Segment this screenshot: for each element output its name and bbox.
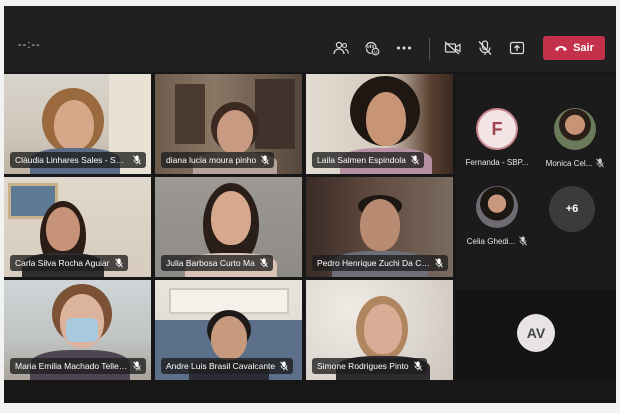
participant-name-tag: Cláudia Linhares Sales - SBPC...: [10, 152, 146, 168]
frame-border-right: [616, 0, 620, 413]
camera-off-icon: [444, 41, 461, 55]
mic-toggle-button[interactable]: [475, 38, 495, 58]
participant-name-text: Monica Cel...: [545, 158, 593, 168]
person-face: [217, 110, 253, 154]
reactions-icon: [365, 41, 380, 56]
video-grid: Cláudia Linhares Sales - SBPC... diana l…: [4, 74, 453, 380]
people-icon: [333, 41, 349, 55]
person-face: [211, 316, 247, 360]
person-face: [211, 191, 251, 245]
video-tile[interactable]: Carla Silva Rocha Aguiar: [4, 177, 151, 277]
avatar: F: [476, 108, 518, 150]
more-count: +6: [565, 203, 579, 215]
share-icon: [509, 41, 525, 55]
frame-border-bottom: [0, 403, 620, 413]
avatar-initial: F: [491, 118, 503, 139]
person-face: [54, 100, 94, 150]
video-tile[interactable]: diana lucia moura pinho: [155, 74, 302, 174]
self-initials: AV: [526, 325, 546, 341]
participant-name-tag: Julia Barbosa Curto Ma: [161, 255, 273, 271]
participant-name-tag: diana lucia moura pinho: [161, 152, 275, 168]
phone-icon: [555, 46, 568, 51]
participant-name: Laila Salmen Espindola: [317, 155, 406, 165]
participant-name-text: Fernanda - SBP...: [465, 158, 529, 167]
participant-avatar-item[interactable]: Celia Ghedi...: [457, 186, 537, 246]
mic-off-icon: [261, 155, 270, 165]
participant-name: Pedro Henrique Zuchi Da Co...: [317, 258, 430, 268]
participant-name-tag: Andre Luis Brasil Cavalcante: [161, 358, 294, 374]
video-tile[interactable]: Maria Emilia Machado Telles...: [4, 280, 151, 380]
participant-name: Andre Luis Brasil Cavalcante: [166, 361, 276, 371]
mic-off-icon: [133, 361, 141, 371]
participant-avatar-item[interactable]: Monica Cel...: [535, 108, 615, 168]
person-face: [360, 199, 400, 251]
participant-name-tag: Laila Salmen Espindola: [312, 152, 424, 168]
participant-name-text: Celia Ghedi...: [466, 236, 516, 246]
video-tile[interactable]: Simone Rodrigues Pinto: [306, 280, 453, 380]
more-options-button[interactable]: [394, 38, 414, 58]
participant-name: Julia Barbosa Curto Ma: [166, 258, 255, 268]
leave-label: Sair: [573, 42, 594, 54]
video-tile[interactable]: Laila Salmen Espindola: [306, 74, 453, 174]
leave-button[interactable]: Sair: [543, 36, 605, 60]
meeting-window: --:-- Sair Cláudia Linhares Sales - SBPC…: [0, 0, 620, 413]
participant-name: diana lucia moura pinho: [166, 155, 257, 165]
mic-off-icon: [413, 361, 422, 371]
person-face: [364, 304, 402, 354]
mic-off-icon: [114, 258, 123, 268]
participant-avatar-item[interactable]: F Fernanda - SBP...: [457, 108, 537, 167]
person-face: [46, 207, 80, 251]
mic-off-icon: [478, 40, 492, 55]
tile-bookshelf: [255, 79, 295, 149]
reactions-button[interactable]: [362, 38, 382, 58]
mic-off-icon: [410, 155, 419, 165]
more-participants-button[interactable]: +6: [549, 186, 595, 232]
mic-off-icon: [596, 158, 605, 168]
mic-off-icon: [280, 361, 288, 371]
camera-toggle-button[interactable]: [443, 38, 463, 58]
participant-name-tag: Simone Rodrigues Pinto: [312, 358, 427, 374]
mic-off-icon: [259, 258, 268, 268]
video-tile[interactable]: Andre Luis Brasil Cavalcante: [155, 280, 302, 380]
mic-off-icon: [133, 155, 141, 165]
self-avatar[interactable]: AV: [517, 314, 555, 352]
participant-name: Carla Silva Rocha Aguiar: [15, 258, 110, 268]
participant-name: Simone Rodrigues Pinto: [317, 361, 409, 371]
participant-name-tag: Pedro Henrique Zuchi Da Co...: [312, 255, 448, 271]
video-tile[interactable]: Pedro Henrique Zuchi Da Co...: [306, 177, 453, 277]
participant-name: Celia Ghedi...: [457, 236, 537, 246]
participant-name: Cláudia Linhares Sales - SBPC...: [15, 155, 128, 165]
participant-name: Monica Cel...: [535, 158, 615, 168]
face-mask: [66, 318, 98, 342]
more-icon: [397, 46, 411, 50]
toolbar-separator: [429, 38, 430, 60]
participant-name-tag: Maria Emilia Machado Telles...: [10, 358, 146, 374]
participant-name: Maria Emilia Machado Telles...: [15, 361, 128, 371]
participant-name-tag: Carla Silva Rocha Aguiar: [10, 255, 128, 271]
share-screen-button[interactable]: [507, 38, 527, 58]
meeting-timer: --:--: [18, 39, 41, 51]
mic-off-icon: [519, 236, 528, 246]
video-tile[interactable]: Cláudia Linhares Sales - SBPC...: [4, 74, 151, 174]
participants-button[interactable]: [331, 38, 351, 58]
person-face: [366, 92, 406, 146]
tile-bookshelf: [175, 84, 205, 144]
participant-name: Fernanda - SBP...: [457, 158, 537, 167]
avatar: [554, 108, 596, 150]
video-tile[interactable]: Julia Barbosa Curto Ma: [155, 177, 302, 277]
mic-off-icon: [435, 258, 443, 268]
avatar: [476, 186, 518, 228]
